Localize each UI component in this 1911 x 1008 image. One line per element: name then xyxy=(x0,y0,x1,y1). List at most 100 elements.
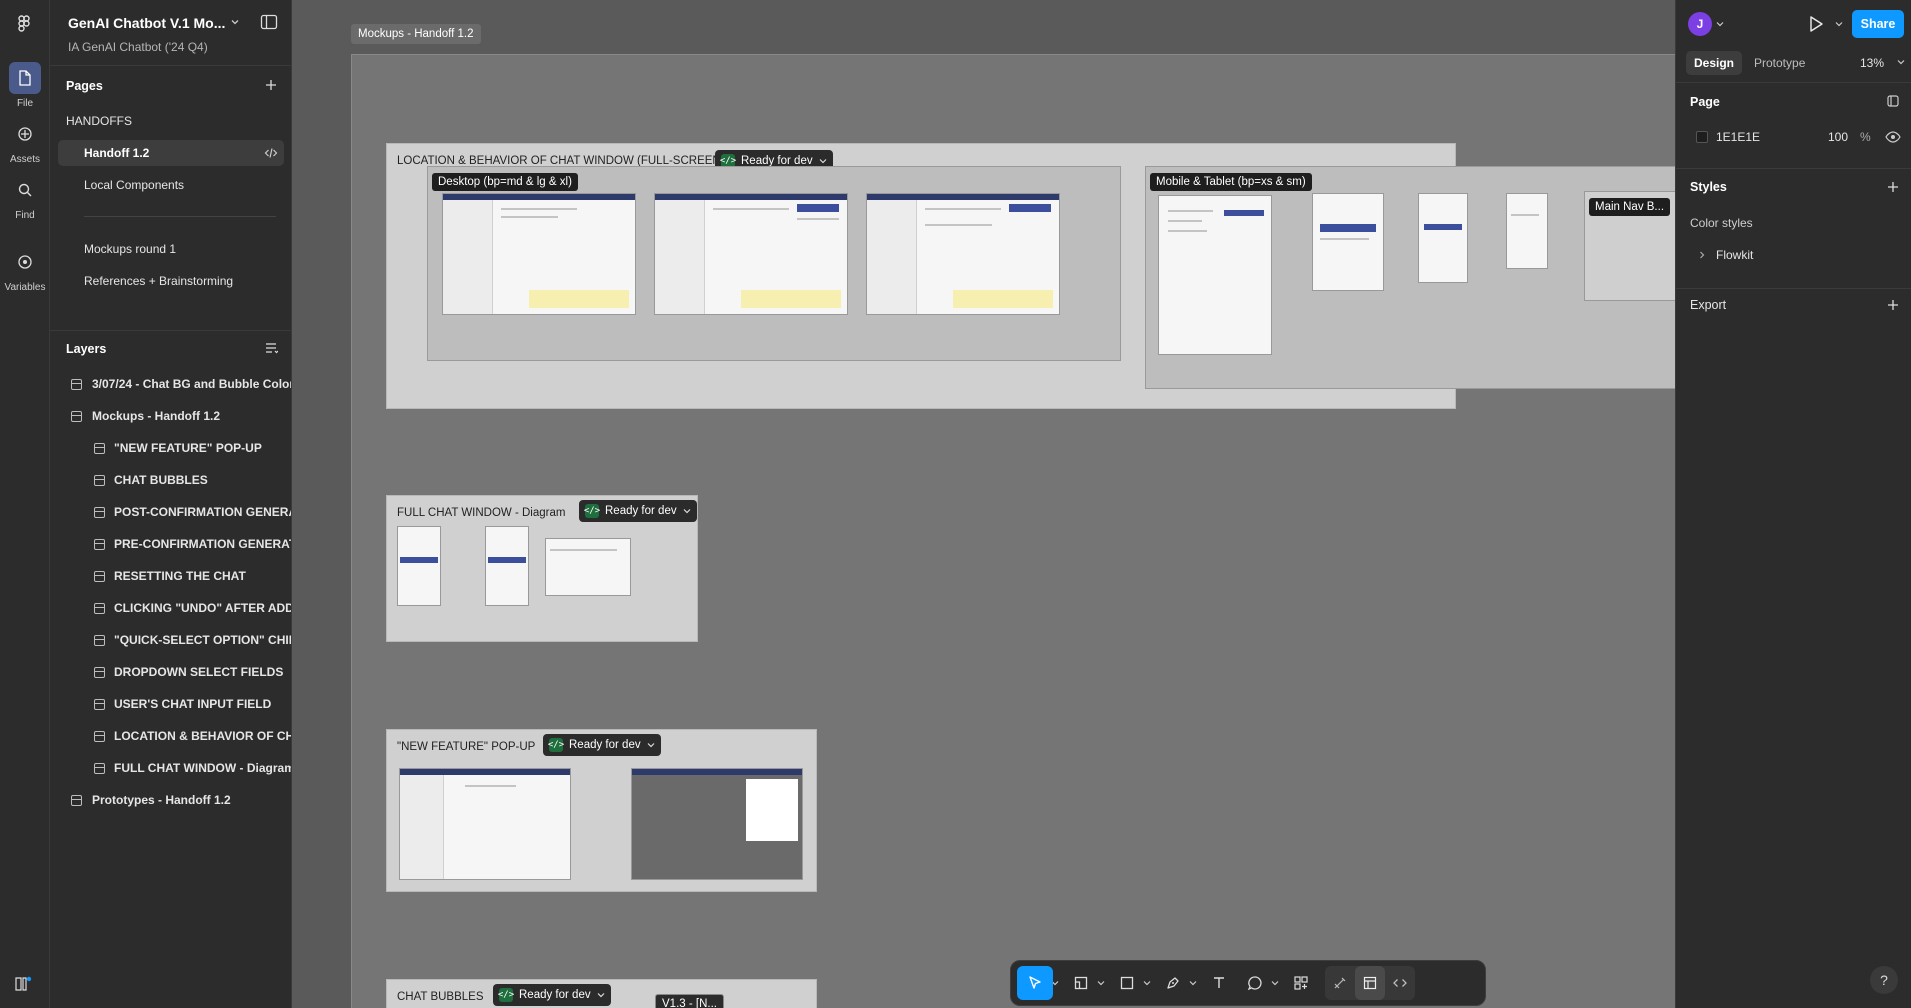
rail-find[interactable]: Find xyxy=(0,174,50,221)
add-page-icon[interactable] xyxy=(264,78,278,92)
main-nav-thumbnail[interactable]: Main Nav B... xyxy=(1584,191,1675,301)
mobile-mockup-thumbnail[interactable] xyxy=(1506,193,1548,269)
present-play-icon[interactable] xyxy=(1808,15,1824,33)
add-export-icon[interactable] xyxy=(1886,298,1900,312)
chevron-down-icon[interactable] xyxy=(1716,20,1724,28)
page-item-references[interactable]: References + Brainstorming xyxy=(58,268,284,294)
layer-item[interactable]: "QUICK-SELECT OPTION" CHIPS xyxy=(58,627,291,653)
frame-tool-button[interactable] xyxy=(1063,966,1099,1000)
frame-icon xyxy=(71,795,82,806)
mobile-mockup-thumbnail[interactable] xyxy=(1418,193,1468,283)
chevron-right-icon[interactable] xyxy=(1698,251,1706,259)
desktop-mockup-thumbnail[interactable] xyxy=(866,193,1060,315)
chevron-down-icon xyxy=(683,509,691,514)
library-icon[interactable] xyxy=(14,976,32,992)
mobile-mockup-thumbnail[interactable] xyxy=(1312,193,1384,291)
zoom-level[interactable]: 13% xyxy=(1860,56,1884,70)
canvas[interactable]: Mockups - Handoff 1.2 LOCATION & BEHAVIO… xyxy=(292,0,1675,1008)
popup-thumbnail[interactable] xyxy=(399,768,571,880)
flowkit-style-group[interactable]: Flowkit xyxy=(1716,248,1753,262)
divider xyxy=(1676,168,1911,169)
help-button[interactable]: ? xyxy=(1870,966,1898,994)
layer-item[interactable]: USER'S CHAT INPUT FIELD xyxy=(58,691,291,717)
page-item-mockups-round-1[interactable]: Mockups round 1 xyxy=(58,236,284,262)
frame-icon xyxy=(71,379,82,390)
layer-item[interactable]: Mockups - Handoff 1.2 xyxy=(58,403,291,429)
dev-mode-code-icon[interactable] xyxy=(264,146,278,160)
layer-item[interactable]: CHAT BUBBLES xyxy=(58,467,291,493)
comment-tool-button[interactable] xyxy=(1237,966,1273,1000)
page-item-local-components[interactable]: Local Components xyxy=(58,172,284,198)
local-styles-icon[interactable] xyxy=(1886,94,1900,108)
dev-mode-button[interactable] xyxy=(1385,966,1415,1000)
page-item-handoffs[interactable]: HANDOFFS xyxy=(58,108,284,134)
board-label[interactable]: Mockups - Handoff 1.2 xyxy=(351,24,481,44)
layer-item[interactable]: LOCATION & BEHAVIOR OF CHAT xyxy=(58,723,291,749)
layer-label: RESETTING THE CHAT xyxy=(114,569,246,583)
rail-file-label: File xyxy=(16,98,34,109)
tab-prototype[interactable]: Prototype xyxy=(1746,51,1813,75)
sidebar-toggle-icon[interactable] xyxy=(260,14,278,30)
page-color-hex[interactable]: 1E1E1E xyxy=(1716,130,1760,144)
frame-icon xyxy=(94,507,105,518)
section-new-feature-popup[interactable]: "NEW FEATURE" POP-UP </> Ready for dev xyxy=(386,729,817,892)
desktop-mockup-thumbnail[interactable] xyxy=(654,193,848,315)
popup-thumbnail[interactable] xyxy=(631,768,803,880)
page-item-handoff-1-2[interactable]: Handoff 1.2 xyxy=(58,140,284,166)
mobile-mockup-thumbnail[interactable] xyxy=(1158,195,1272,355)
file-title[interactable]: GenAI Chatbot V.1 Mo... xyxy=(68,15,225,31)
board-mockups-handoff[interactable]: LOCATION & BEHAVIOR OF CHAT WINDOW (FULL… xyxy=(351,54,1675,1008)
tab-design[interactable]: Design xyxy=(1686,51,1743,75)
layers-list-icon[interactable] xyxy=(264,341,278,355)
ready-for-dev-badge[interactable]: </> Ready for dev xyxy=(543,734,661,756)
share-button[interactable]: Share xyxy=(1852,10,1904,38)
add-style-icon[interactable] xyxy=(1886,180,1900,194)
layer-item[interactable]: POST-CONFIRMATION GENERATED xyxy=(58,499,291,525)
page-color-swatch[interactable] xyxy=(1696,131,1708,143)
project-name[interactable]: IA GenAI Chatbot ('24 Q4) xyxy=(68,40,208,54)
layer-item[interactable]: Prototypes - Handoff 1.2 xyxy=(58,787,291,813)
chevron-down-icon xyxy=(647,743,655,748)
layer-item[interactable]: PRE-CONFIRMATION GENERATED xyxy=(58,531,291,557)
text-tool-button[interactable] xyxy=(1201,966,1237,1000)
design-mode-button[interactable] xyxy=(1355,966,1385,1000)
layer-label: CHAT BUBBLES xyxy=(114,473,208,487)
section-location-behavior[interactable]: LOCATION & BEHAVIOR OF CHAT WINDOW (FULL… xyxy=(386,143,1675,409)
mobile-frame-group[interactable]: Mobile & Tablet (bp=xs & sm) Main Nav B.… xyxy=(1145,166,1675,389)
diagram-thumbnail[interactable] xyxy=(545,538,631,596)
rectangle-tool-button[interactable] xyxy=(1109,966,1145,1000)
page-opacity-value[interactable]: 100 xyxy=(1828,130,1848,144)
rail-file[interactable]: File xyxy=(0,62,50,109)
avatar[interactable]: J xyxy=(1688,12,1712,36)
v13-frame-label[interactable]: V1.3 - [N... xyxy=(655,994,724,1008)
rail-variables[interactable]: Variables xyxy=(0,246,50,293)
figma-logo-icon[interactable] xyxy=(13,14,35,36)
layer-item[interactable]: CLICKING "UNDO" AFTER ADDING xyxy=(58,595,291,621)
diagram-thumbnail[interactable] xyxy=(397,526,441,606)
rectangle-icon xyxy=(1120,976,1134,990)
chevron-down-icon[interactable] xyxy=(1897,58,1905,66)
layer-item[interactable]: RESETTING THE CHAT xyxy=(58,563,291,589)
search-icon xyxy=(18,183,32,197)
move-tool-button[interactable] xyxy=(1017,966,1053,1000)
pen-tool-button[interactable] xyxy=(1155,966,1191,1000)
draw-mode-button[interactable] xyxy=(1325,966,1355,1000)
desktop-mockup-thumbnail[interactable] xyxy=(442,193,636,315)
chevron-down-icon[interactable] xyxy=(230,17,240,27)
chevron-down-icon xyxy=(597,993,605,998)
layer-item[interactable]: 3/07/24 - Chat BG and Bubble Color Tests xyxy=(58,371,291,397)
desktop-frame-group[interactable]: Desktop (bp=md & lg & xl) xyxy=(427,166,1121,361)
rail-assets[interactable]: Assets xyxy=(0,118,50,165)
diagram-thumbnail[interactable] xyxy=(485,526,529,606)
section-full-chat-diagram[interactable]: FULL CHAT WINDOW - Diagram </> Ready for… xyxy=(386,495,698,642)
layer-item[interactable]: FULL CHAT WINDOW - Diagram xyxy=(58,755,291,781)
chevron-down-icon[interactable] xyxy=(1835,20,1843,28)
code-icon: </> xyxy=(497,988,515,1002)
layer-item[interactable]: DROPDOWN SELECT FIELDS xyxy=(58,659,291,685)
eye-visibility-icon[interactable] xyxy=(1885,131,1901,143)
ready-for-dev-badge[interactable]: </> Ready for dev xyxy=(579,500,697,522)
actions-button[interactable] xyxy=(1283,966,1319,1000)
ready-for-dev-badge[interactable]: </> Ready for dev xyxy=(493,984,611,1006)
layer-item[interactable]: "NEW FEATURE" POP-UP xyxy=(58,435,291,461)
section-chat-bubbles[interactable]: CHAT BUBBLES </> Ready for dev V1.3 - [N… xyxy=(386,979,817,1008)
